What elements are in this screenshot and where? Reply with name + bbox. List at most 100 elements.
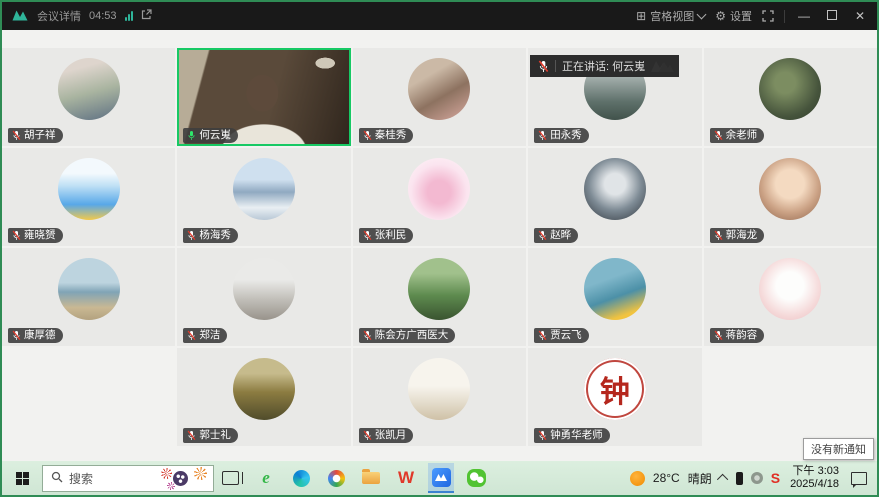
start-button[interactable] [2, 461, 42, 495]
ie-browser-icon[interactable]: e [253, 463, 279, 493]
mic-active-icon [187, 130, 196, 141]
popout-icon[interactable] [141, 9, 152, 23]
wps-office-icon[interactable]: W [393, 463, 419, 493]
file-explorer-icon[interactable] [358, 463, 384, 493]
participant-tile[interactable]: 郭士礼 [177, 348, 350, 446]
weather-temp[interactable]: 28°C [653, 471, 680, 485]
participant-name-label: 田永秀 [534, 128, 589, 143]
grid-view-icon: ⊞ [636, 9, 646, 23]
participant-name-label: 贾云飞 [534, 328, 589, 343]
participant-tile[interactable]: 张凯月 [353, 348, 526, 446]
participant-name-label: 蒋韵容 [710, 328, 765, 343]
notification-tooltip: 没有新通知 [803, 438, 874, 460]
taskbar-clock[interactable]: 下午 3:03 2025/4/18 [790, 465, 839, 491]
participant-tile[interactable]: 贾云飞 [528, 248, 701, 346]
participant-name-label: 郭士礼 [183, 428, 238, 443]
participant-tile[interactable]: 郑洁 [177, 248, 350, 346]
participant-tile[interactable]: 雍晓赟 [2, 148, 175, 246]
wechat-icon[interactable] [463, 463, 489, 493]
participant-avatar [58, 58, 120, 120]
maximize-button[interactable] [823, 9, 841, 23]
minimize-button[interactable]: — [795, 9, 813, 23]
clock-date: 2025/4/18 [790, 478, 839, 491]
settings-button[interactable]: ⚙ 设置 [715, 8, 752, 24]
participant-avatar [584, 158, 646, 220]
participant-tile[interactable]: 陈会方广西医大 [353, 248, 526, 346]
gear-icon: ⚙ [715, 9, 726, 23]
participant-avatar [233, 258, 295, 320]
participant-name: 何云嵬 [199, 128, 231, 143]
participant-name-label: 余老师 [710, 128, 765, 143]
participant-name-label: 张利民 [359, 228, 414, 243]
participant-avatar [233, 358, 295, 420]
participant-name-label: 何云嵬 [183, 128, 238, 143]
participant-name-label: 赵晔 [534, 228, 578, 243]
action-center-icon[interactable] [851, 472, 867, 485]
fullscreen-button[interactable] [762, 10, 774, 22]
participant-tile[interactable]: 蒋韵容 [704, 248, 877, 346]
participant-name: 胡子祥 [24, 128, 56, 143]
empty-cell [2, 348, 175, 446]
participant-avatar [408, 158, 470, 220]
speaking-banner-text: 正在讲话: 何云嵬 [562, 58, 645, 74]
participant-name: 杨海秀 [199, 228, 231, 243]
mic-muted-icon [12, 130, 21, 141]
participant-avatar [584, 258, 646, 320]
participant-name-label: 陈会方广西医大 [359, 328, 456, 343]
participant-tile[interactable]: 杨海秀 [177, 148, 350, 246]
weather-sun-icon[interactable] [630, 471, 645, 486]
participant-tile[interactable]: 余老师 [704, 48, 877, 146]
participant-tile[interactable]: 钟钟勇华老师 [528, 348, 701, 446]
participant-name: 钟勇华老师 [550, 428, 603, 443]
tray-expand-icon[interactable] [717, 474, 728, 485]
participant-tile[interactable]: 郭海龙 [704, 148, 877, 246]
participant-name-label: 杨海秀 [183, 228, 238, 243]
task-view-button[interactable] [222, 471, 239, 485]
titlebar-divider [784, 10, 785, 23]
search-highlight-artwork[interactable] [161, 466, 209, 490]
tray-utility-icon[interactable] [751, 472, 763, 484]
empty-cell [704, 348, 877, 446]
banner-divider [555, 60, 556, 72]
participant-avatar [408, 58, 470, 120]
participant-name: 余老师 [726, 128, 758, 143]
participant-name: 张凯月 [375, 428, 407, 443]
participant-tile[interactable]: 何云嵬 [177, 48, 350, 146]
browser-icon[interactable] [323, 463, 349, 493]
audio-device-icon[interactable] [736, 472, 743, 485]
mic-muted-icon [714, 230, 723, 241]
participant-name: 赵晔 [550, 228, 571, 243]
meeting-details-button[interactable]: 会议详情 [37, 8, 81, 24]
participant-tile[interactable]: 秦桂秀 [353, 48, 526, 146]
mic-muted-icon [363, 130, 372, 141]
network-signal-icon [125, 11, 133, 21]
meeting-app-taskbar-icon[interactable] [428, 463, 454, 493]
system-tray: 28°C 晴朗 S 下午 3:03 2025/4/18 [630, 465, 873, 491]
mic-muted-icon [714, 130, 723, 141]
mic-muted-icon [538, 330, 547, 341]
participant-tile[interactable]: 张利民 [353, 148, 526, 246]
mic-muted-icon [187, 430, 196, 441]
weather-desc[interactable]: 晴朗 [688, 470, 712, 487]
meeting-timer: 04:53 [89, 10, 117, 22]
edge-browser-icon[interactable] [288, 463, 314, 493]
participant-avatar [58, 158, 120, 220]
participant-tile[interactable]: 赵晔 [528, 148, 701, 246]
search-icon [51, 471, 63, 486]
mic-muted-icon [12, 230, 21, 241]
participant-name-label: 郭海龙 [710, 228, 765, 243]
mic-muted-icon [363, 230, 372, 241]
participant-grid: 胡子祥 何云嵬 秦桂秀 田永秀 余老师雍晓赟杨海秀 张利民 赵晔 郭海龙康厚德郑洁陈会方广西医… [2, 48, 877, 446]
participant-name: 蒋韵容 [726, 328, 758, 343]
participant-avatar [58, 258, 120, 320]
participant-tile[interactable]: 康厚德 [2, 248, 175, 346]
participant-name: 秦桂秀 [375, 128, 407, 143]
taskbar-app-icons: e W [253, 463, 489, 493]
participant-avatar [759, 158, 821, 220]
search-placeholder: 搜索 [69, 470, 93, 487]
taskbar-search-input[interactable]: 搜索 [42, 465, 214, 492]
security-app-icon[interactable]: S [771, 470, 780, 486]
layout-view-dropdown[interactable]: ⊞ 宫格视图 [636, 8, 705, 24]
participant-tile[interactable]: 胡子祥 [2, 48, 175, 146]
close-button[interactable]: ✕ [851, 9, 869, 23]
